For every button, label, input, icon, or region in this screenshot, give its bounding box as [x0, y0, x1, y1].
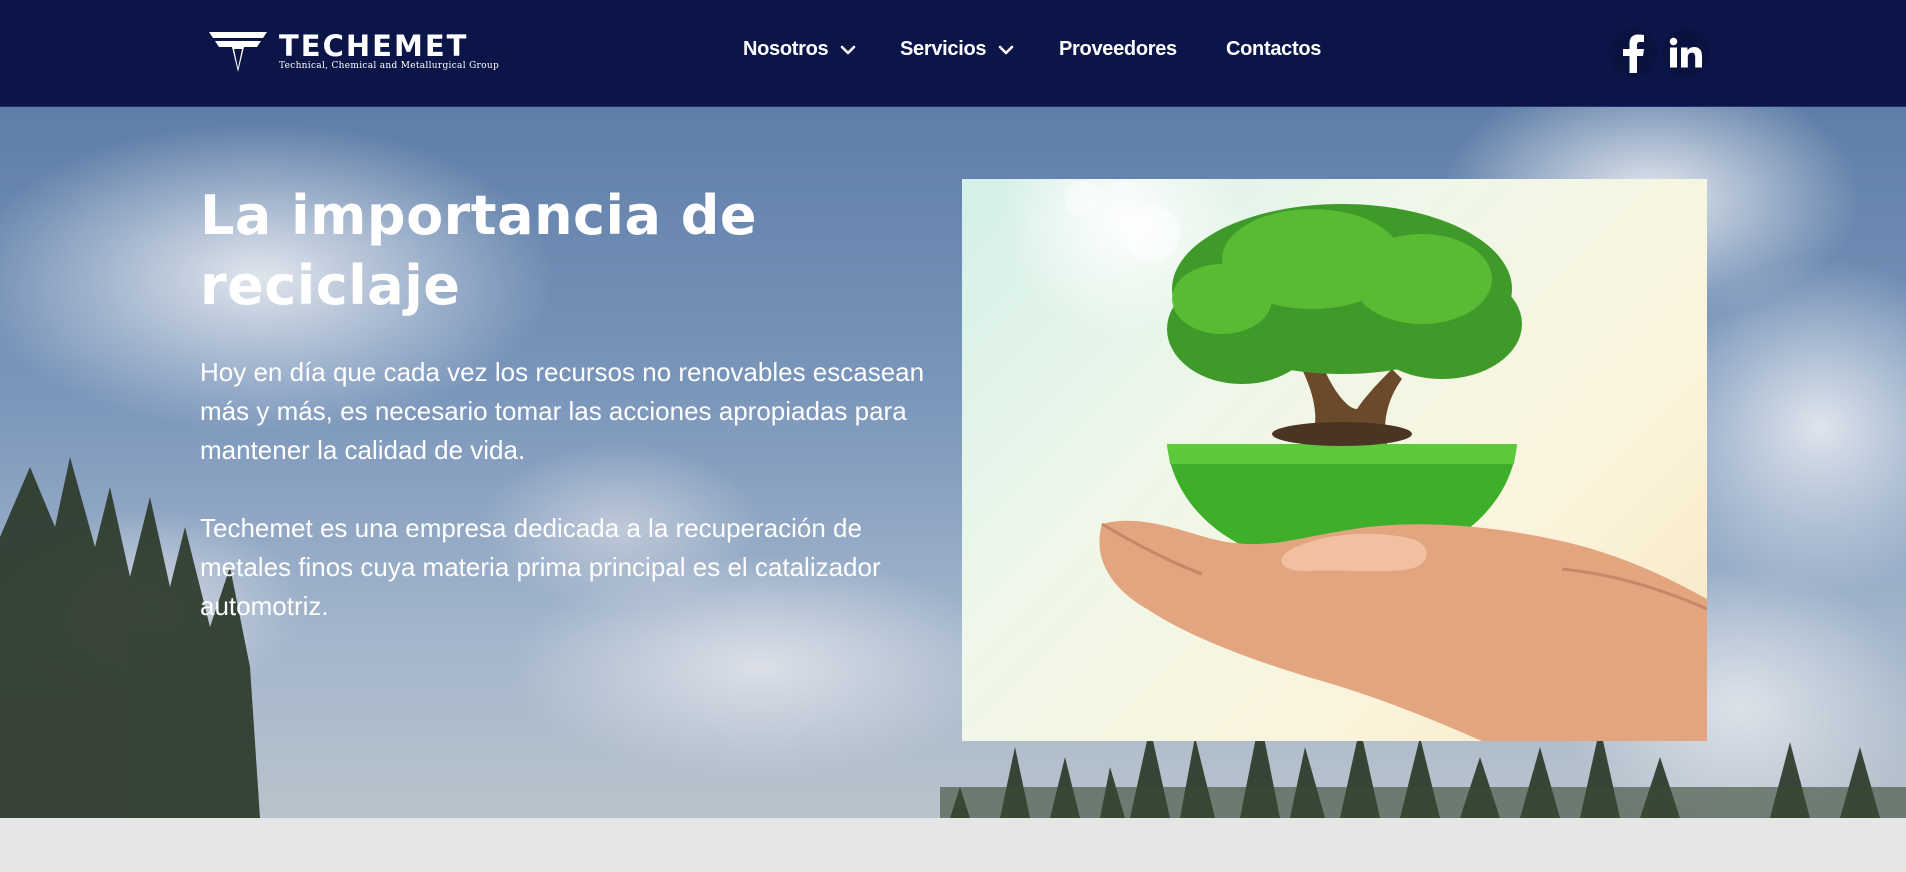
next-section-band [0, 818, 1906, 872]
recycling-tree-image [962, 179, 1707, 741]
nav-item-nosotros[interactable]: Nosotros [743, 38, 856, 61]
chevron-down-icon [841, 45, 856, 54]
tree-in-hands-illustration [1064, 181, 1707, 741]
top-navbar: TECHEMET Technical, Chemical and Metallu… [0, 0, 1906, 107]
nav-item-label: Servicios [900, 38, 987, 60]
nav-item-label: Contactos [1226, 38, 1322, 60]
logo[interactable]: TECHEMET Technical, Chemical and Metallu… [207, 28, 499, 74]
nav-item-proveedores[interactable]: Proveedores [1059, 38, 1177, 61]
nav-item-label: Proveedores [1059, 38, 1177, 60]
nav-item-servicios[interactable]: Servicios [900, 38, 1014, 61]
facebook-link[interactable] [1609, 29, 1657, 77]
linkedin-icon [1669, 37, 1702, 68]
hero-section: La importancia de reciclaje Hoy en día q… [0, 107, 1906, 818]
linkedin-link[interactable] [1662, 29, 1710, 77]
nav-item-contactos[interactable]: Contactos [1226, 38, 1321, 61]
hero-paragraph-2: Techemet es una empresa dedicada a la re… [200, 513, 881, 621]
brand-name: TECHEMET [279, 29, 469, 63]
nav-item-label: Nosotros [743, 38, 829, 60]
facebook-icon [1623, 34, 1644, 73]
chevron-down-icon [998, 45, 1014, 54]
brand-tagline: Technical, Chemical and Metallurgical Gr… [279, 61, 500, 71]
hero-paragraph-1: Hoy en día que cada vez los recursos no … [200, 357, 925, 465]
hero-title: La importancia de reciclaje [200, 184, 758, 317]
logo-text: TECHEMET Technical, Chemical and Metallu… [279, 31, 499, 71]
techemet-logo-mark [209, 32, 267, 72]
